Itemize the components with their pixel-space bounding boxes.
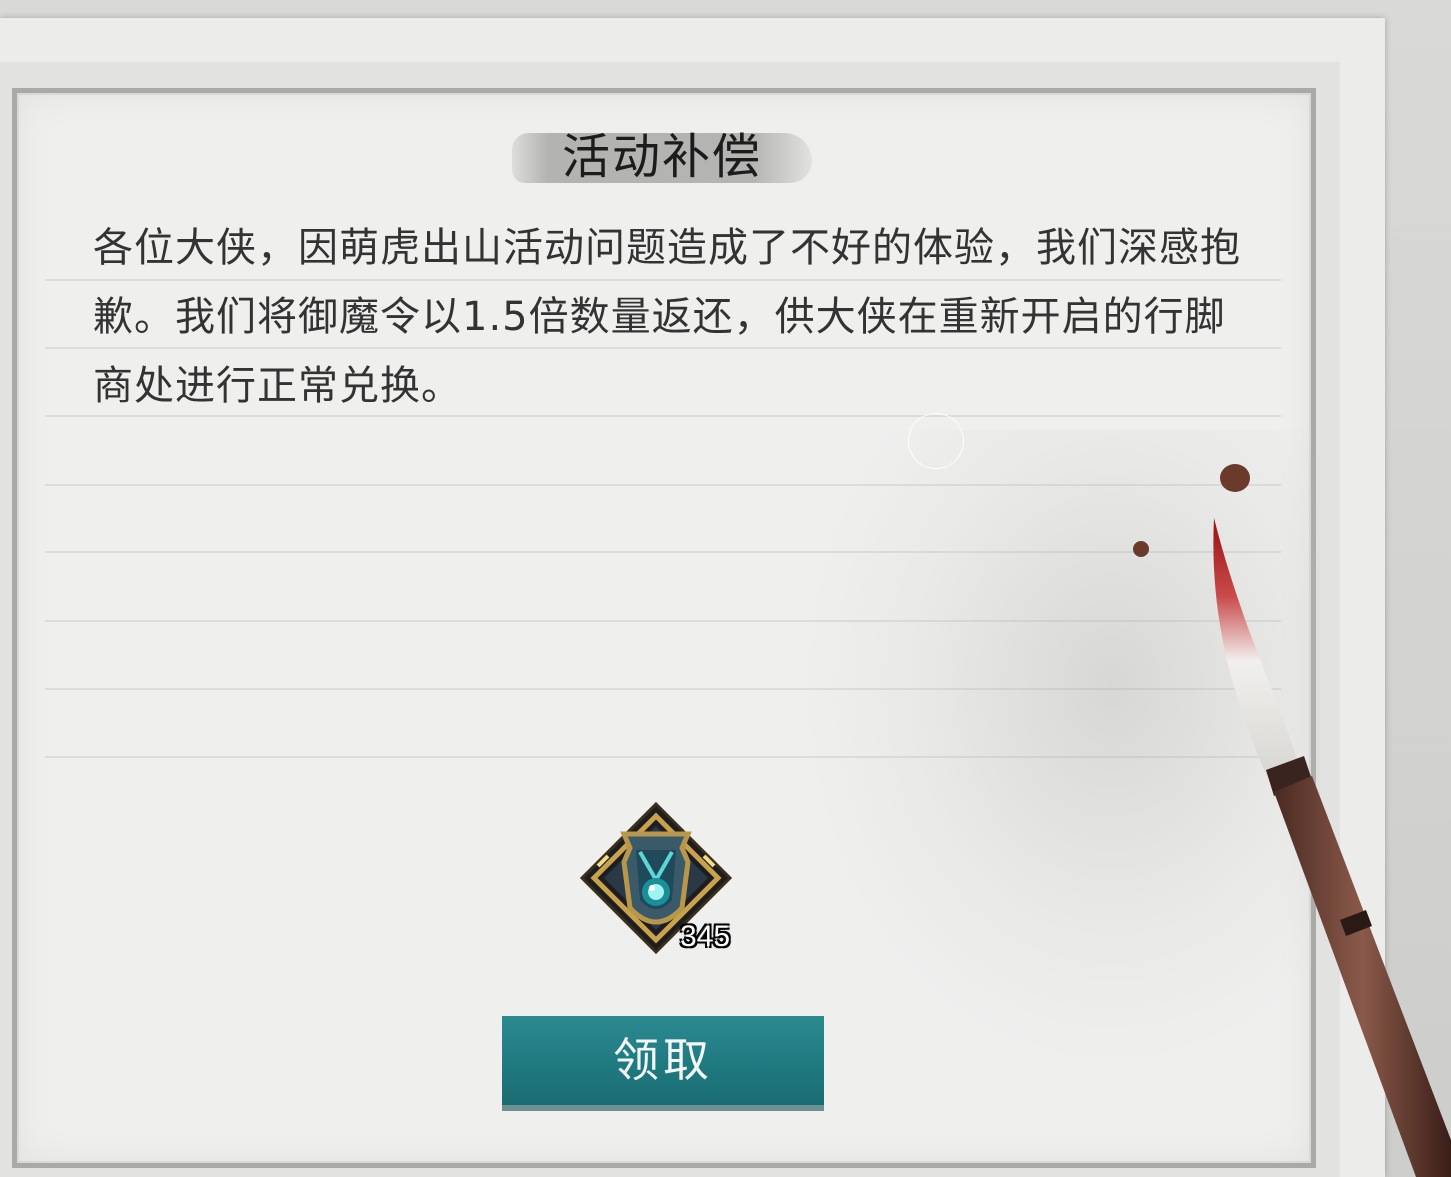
ruled-line	[45, 620, 1281, 622]
ruled-line	[45, 551, 1281, 553]
reward-count: 345	[680, 920, 731, 953]
title-text: 活动补偿	[561, 129, 762, 185]
ink-drop	[1220, 464, 1250, 492]
compensation-screen: 活动补偿 各位大侠，因萌虎出山活动问题造成了不好的体验，我们深感抱歉。我们将御魔…	[0, 0, 1451, 1177]
ruled-line	[45, 756, 1281, 758]
dialog-body-text: 各位大侠，因萌虎出山活动问题造成了不好的体验，我们深感抱歉。我们将御魔令以1.5…	[93, 225, 1241, 409]
claim-button[interactable]: 领取	[502, 1016, 824, 1111]
calligraphy-brush-icon	[1213, 518, 1451, 1177]
ruled-line	[45, 484, 1281, 486]
reward-item[interactable]: 345	[578, 800, 738, 960]
claim-button-label: 领取	[613, 1033, 713, 1087]
touch-cursor-ring	[908, 413, 964, 469]
ink-drop	[1133, 541, 1149, 557]
dialog-title: 活动补偿	[512, 125, 812, 189]
ruled-line	[45, 688, 1281, 690]
